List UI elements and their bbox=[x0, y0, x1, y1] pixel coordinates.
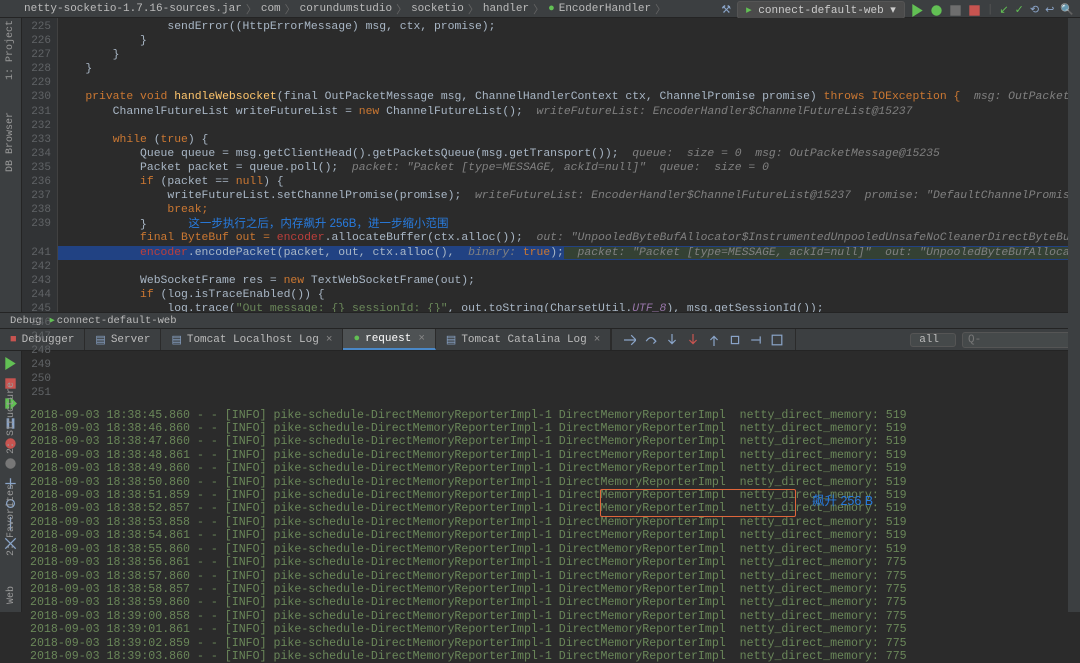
log-line: 2018-09-03 18:38:56.861 - - [INFO] pike-… bbox=[30, 556, 1072, 569]
step-into-icon[interactable] bbox=[666, 334, 678, 346]
tab-server[interactable]: ▤Server bbox=[85, 329, 161, 350]
console-panel: 飙升 256 B 2018-09-03 18:38:45.860 - - [IN… bbox=[0, 351, 1080, 612]
run-toolbar: ⚒ ▸ connect-default-web ▾ | ↙ ✓ ⟲ ↩ 🔍 bbox=[721, 1, 1074, 19]
git-revert-icon[interactable]: ↩ bbox=[1045, 3, 1054, 17]
console-output[interactable]: 飙升 256 B 2018-09-03 18:38:45.860 - - [IN… bbox=[22, 351, 1080, 612]
log-line: 2018-09-03 18:38:51.859 - - [INFO] pike-… bbox=[30, 489, 1072, 502]
code-area[interactable]: sendError((HttpErrorMessage) msg, ctx, p… bbox=[58, 18, 1068, 312]
evaluate-icon[interactable] bbox=[771, 334, 783, 346]
log-line: 2018-09-03 18:39:03.860 - - [INFO] pike-… bbox=[30, 650, 1072, 663]
chevron-right-icon: 〉 bbox=[468, 1, 479, 17]
log-level-select[interactable]: all bbox=[910, 333, 956, 347]
git-commit-icon[interactable]: ✓ bbox=[1015, 3, 1024, 17]
log-line: 2018-09-03 18:38:58.857 - - [INFO] pike-… bbox=[30, 583, 1072, 596]
sidebar-item-db[interactable]: DB Browser bbox=[5, 112, 16, 172]
search-icon[interactable]: 🔍 bbox=[1060, 3, 1074, 17]
stop-icon[interactable] bbox=[968, 4, 981, 17]
step-toolbar bbox=[611, 329, 796, 350]
close-icon: × bbox=[594, 334, 601, 346]
annotation-box bbox=[600, 489, 796, 517]
breadcrumb-jar[interactable]: netty-socketio-1.7.16-sources.jar bbox=[24, 3, 242, 15]
annotation-label: 飙升 256 B bbox=[812, 495, 873, 508]
run-icon[interactable] bbox=[911, 4, 924, 17]
step-out-icon[interactable] bbox=[708, 334, 720, 346]
debug-icon[interactable] bbox=[930, 4, 943, 17]
debug-config: connect-default-web bbox=[57, 315, 177, 327]
breadcrumb-class[interactable]: EncoderHandler bbox=[559, 3, 651, 15]
log-line: 2018-09-03 18:39:02.859 - - [INFO] pike-… bbox=[30, 637, 1072, 650]
tab-tomcat-catalina[interactable]: ▤Tomcat Catalina Log× bbox=[436, 329, 611, 350]
run-config-select[interactable]: ▸ connect-default-web ▾ bbox=[737, 1, 905, 19]
debug-toolwindow-header[interactable]: Debug ▸ connect-default-web bbox=[0, 312, 1080, 329]
tab-tomcat-localhost[interactable]: ▤Tomcat Localhost Log× bbox=[161, 329, 343, 350]
breadcrumb-pkg[interactable]: com bbox=[261, 3, 281, 15]
log-line: 2018-09-03 18:38:47.860 - - [INFO] pike-… bbox=[30, 435, 1072, 448]
sidebar-item-structure[interactable]: 2: Structure bbox=[6, 382, 17, 454]
log-line: 2018-09-03 18:39:01.861 - - [INFO] pike-… bbox=[30, 623, 1072, 636]
chevron-right-icon: 〉 bbox=[533, 1, 544, 17]
log-line: 2018-09-03 18:38:45.860 - - [INFO] pike-… bbox=[30, 409, 1072, 422]
coverage-icon[interactable] bbox=[949, 4, 962, 17]
left-bottom-rail: 2: Structure 2: Favorites Web bbox=[0, 382, 22, 612]
hammer-icon[interactable]: ⚒ bbox=[721, 3, 731, 17]
circle-icon: ● bbox=[548, 3, 555, 15]
log-line: 2018-09-03 18:38:48.861 - - [INFO] pike-… bbox=[30, 449, 1072, 462]
log-line: 2018-09-03 18:38:55.860 - - [INFO] pike-… bbox=[30, 543, 1072, 556]
log-line: 2018-09-03 18:38:52.857 - - [INFO] pike-… bbox=[30, 502, 1072, 515]
rerun-icon[interactable] bbox=[4, 357, 17, 370]
show-exec-point-icon[interactable] bbox=[624, 334, 636, 346]
right-tool-rail bbox=[1068, 18, 1080, 612]
git-history-icon[interactable]: ⟲ bbox=[1030, 3, 1039, 17]
breadcrumb-pkg[interactable]: handler bbox=[483, 3, 529, 15]
tab-request[interactable]: ●request× bbox=[343, 329, 435, 350]
step-over-icon[interactable] bbox=[645, 334, 657, 346]
log-line: 2018-09-03 18:38:46.860 - - [INFO] pike-… bbox=[30, 422, 1072, 435]
left-tool-rail: 1: Project DB Browser bbox=[0, 18, 22, 312]
log-line: 2018-09-03 18:38:53.858 - - [INFO] pike-… bbox=[30, 516, 1072, 529]
sidebar-item-favorites[interactable]: 2: Favorites bbox=[6, 484, 17, 556]
log-line: 2018-09-03 18:38:59.860 - - [INFO] pike-… bbox=[30, 596, 1072, 609]
sidebar-item-web[interactable]: Web bbox=[6, 586, 17, 604]
run-to-cursor-icon[interactable] bbox=[750, 334, 762, 346]
close-icon: × bbox=[418, 333, 425, 345]
log-line: 2018-09-03 18:38:50.860 - - [INFO] pike-… bbox=[30, 476, 1072, 489]
editor: 1: Project DB Browser 225226227228229230… bbox=[0, 18, 1080, 312]
pipe-sep: | bbox=[987, 4, 994, 16]
line-gutter[interactable]: 2252262272282292302312322332342352362372… bbox=[22, 18, 58, 312]
drop-frame-icon[interactable] bbox=[729, 334, 741, 346]
debug-tabs: ■Debugger ▤Server ▤Tomcat Localhost Log×… bbox=[0, 329, 1080, 351]
breadcrumb-pkg[interactable]: corundumstudio bbox=[300, 3, 392, 15]
log-search-input[interactable]: Q- bbox=[962, 332, 1072, 348]
breadcrumb-pkg[interactable]: socketio bbox=[411, 3, 464, 15]
chevron-right-icon: 〉 bbox=[246, 1, 257, 17]
log-line: 2018-09-03 18:38:57.860 - - [INFO] pike-… bbox=[30, 570, 1072, 583]
log-line: 2018-09-03 18:38:54.861 - - [INFO] pike-… bbox=[30, 529, 1072, 542]
log-line: 2018-09-03 18:38:49.860 - - [INFO] pike-… bbox=[30, 462, 1072, 475]
chevron-right-icon: 〉 bbox=[285, 1, 296, 17]
git-update-icon[interactable]: ↙ bbox=[999, 3, 1008, 17]
chevron-right-icon: 〉 bbox=[655, 1, 666, 17]
force-step-into-icon[interactable] bbox=[687, 334, 699, 346]
close-icon: × bbox=[326, 334, 333, 346]
sidebar-item-project[interactable]: 1: Project bbox=[5, 20, 16, 80]
chevron-right-icon: 〉 bbox=[396, 1, 407, 17]
